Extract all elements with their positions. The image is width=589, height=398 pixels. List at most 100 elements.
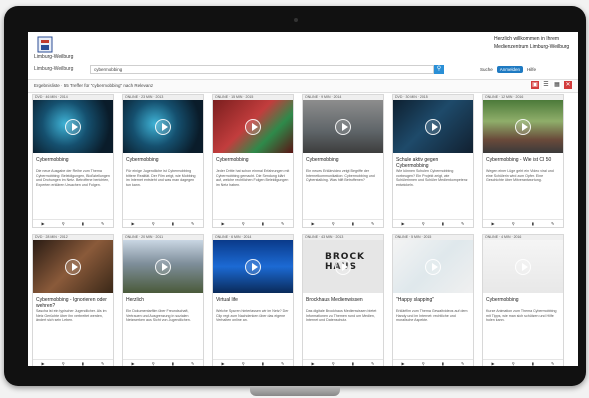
result-card[interactable]: ONLINE · 20 MIN · 2011 Herzlich Ein Dokume… (122, 234, 204, 366)
search-button[interactable]: ⚲ (434, 65, 444, 74)
bookmark-icon[interactable]: ▮ (352, 361, 354, 366)
play-icon[interactable] (425, 258, 441, 275)
play-icon[interactable] (515, 258, 531, 275)
search-action-icon[interactable]: ⚲ (422, 361, 425, 366)
card-title[interactable]: Cybermobbing - Ignorieren oder wehren? (33, 293, 113, 309)
bookmark-icon[interactable]: ▮ (172, 221, 174, 226)
video-thumbnail[interactable] (213, 240, 293, 293)
search-action-icon[interactable]: ⚲ (242, 221, 245, 226)
play-icon[interactable] (65, 258, 81, 275)
login-button[interactable]: Anmelden (496, 66, 524, 73)
play-icon[interactable] (335, 118, 351, 135)
edit-icon[interactable]: ✎ (551, 361, 554, 366)
video-thumbnail[interactable] (483, 100, 563, 153)
play-icon[interactable] (155, 258, 171, 275)
card-title[interactable]: Schule aktiv gegen Cybermobbing (393, 153, 473, 169)
edit-icon[interactable]: ✎ (191, 361, 194, 366)
search-action-icon[interactable]: ⚲ (152, 361, 155, 366)
card-title[interactable]: Brockhaus Medienwissen (303, 293, 383, 309)
card-title[interactable]: Virtual life (213, 293, 293, 309)
play-action-icon[interactable]: ▶ (402, 221, 405, 226)
bookmark-icon[interactable]: ▮ (532, 361, 534, 366)
grid-icon[interactable]: ▦ (553, 81, 561, 89)
close-icon[interactable]: ✕ (564, 81, 572, 89)
search-action-icon[interactable]: ⚲ (512, 361, 515, 366)
search-action-icon[interactable]: ⚲ (422, 221, 425, 226)
bookmark-icon[interactable]: ▮ (262, 361, 264, 366)
video-thumbnail[interactable]: BROCK HAUS (303, 240, 383, 293)
play-action-icon[interactable]: ▶ (312, 361, 315, 366)
search-action-icon[interactable]: ⚲ (332, 221, 335, 226)
result-card[interactable]: ONLINE · 12 MIN · 2016 Cybermobbing - Wie… (482, 94, 564, 228)
result-card[interactable]: ONLINE · 5 MIN · 2015 "Happy slapping" Erk… (392, 234, 474, 366)
link-suche[interactable]: Suche (480, 67, 493, 72)
result-card[interactable]: ONLINE · 6 MIN · 2014 Virtual life Welche … (212, 234, 294, 366)
edit-icon[interactable]: ✎ (101, 221, 104, 226)
card-title[interactable]: Cybermobbing (213, 153, 293, 169)
edit-icon[interactable]: ✎ (101, 361, 104, 366)
video-thumbnail[interactable] (123, 100, 203, 153)
play-action-icon[interactable]: ▶ (132, 361, 135, 366)
card-title[interactable]: Cybermobbing (303, 153, 383, 169)
result-card[interactable]: ONLINE · 15 MIN · 2015 Cybermobbing Jeder … (212, 94, 294, 228)
bookmark-icon[interactable]: ▮ (82, 221, 84, 226)
video-thumbnail[interactable] (33, 240, 113, 293)
card-title[interactable]: "Happy slapping" (393, 293, 473, 309)
play-icon[interactable] (245, 258, 261, 275)
video-thumbnail[interactable] (213, 100, 293, 153)
play-action-icon[interactable]: ▶ (222, 361, 225, 366)
search-action-icon[interactable]: ⚲ (62, 221, 65, 226)
play-action-icon[interactable]: ▶ (132, 221, 135, 226)
result-card[interactable]: DVD · 28 MIN · 2012 Cybermobbing - Ignori… (32, 234, 114, 366)
play-action-icon[interactable]: ▶ (42, 361, 45, 366)
result-card[interactable]: DVD · 46 MIN · 2014 Cybermobbing Die neue … (32, 94, 114, 228)
play-action-icon[interactable]: ▶ (402, 361, 405, 366)
play-icon[interactable] (245, 118, 261, 135)
bookmark-icon[interactable]: ▮ (82, 361, 84, 366)
bookmark-icon[interactable]: ▮ (532, 221, 534, 226)
video-thumbnail[interactable] (393, 240, 473, 293)
play-icon[interactable] (515, 118, 531, 135)
edit-icon[interactable]: ✎ (281, 361, 284, 366)
search-input[interactable]: cybermobbing (90, 65, 434, 74)
edit-icon[interactable]: ✎ (371, 361, 374, 366)
help-link[interactable]: Hilfe (527, 67, 536, 72)
card-title[interactable]: Herzlich (123, 293, 203, 309)
video-thumbnail[interactable] (33, 100, 113, 153)
result-card[interactable]: DVD · 30 MIN · 2015 Schule aktiv gegen Cy… (392, 94, 474, 228)
list-icon[interactable]: ☰ (542, 81, 550, 89)
card-title[interactable]: Cybermobbing (483, 293, 563, 309)
play-icon[interactable] (65, 118, 81, 135)
edit-icon[interactable]: ✎ (461, 221, 464, 226)
play-action-icon[interactable]: ▶ (222, 221, 225, 226)
card-title[interactable]: Cybermobbing (123, 153, 203, 169)
play-action-icon[interactable]: ▶ (312, 221, 315, 226)
video-thumbnail[interactable] (303, 100, 383, 153)
search-action-icon[interactable]: ⚲ (152, 221, 155, 226)
search-action-icon[interactable]: ⚲ (332, 361, 335, 366)
result-card[interactable]: ONLINE · 4 MIN · 2016 Cybermobbing Kurze A… (482, 234, 564, 366)
video-thumbnail[interactable] (393, 100, 473, 153)
play-icon[interactable] (155, 118, 171, 135)
result-card[interactable]: ONLINE · 23 MIN · 2013 Cybermobbing Für ei… (122, 94, 204, 228)
result-card[interactable]: ONLINE · 9 MIN · 2014 Cybermobbing Ein neu… (302, 94, 384, 228)
bookmark-icon[interactable]: ▮ (172, 361, 174, 366)
play-icon[interactable] (335, 258, 351, 275)
bookmark-icon[interactable]: ▮ (442, 221, 444, 226)
edit-icon[interactable]: ✎ (371, 221, 374, 226)
card-title[interactable]: Cybermobbing (33, 153, 113, 169)
search-action-icon[interactable]: ⚲ (242, 361, 245, 366)
card-title[interactable]: Cybermobbing - Wie ist CI 50 (483, 153, 563, 169)
video-thumbnail[interactable] (483, 240, 563, 293)
bookmark-icon[interactable]: ▮ (352, 221, 354, 226)
edit-icon[interactable]: ✎ (281, 221, 284, 226)
bookmark-icon[interactable]: ▮ (262, 221, 264, 226)
edit-icon[interactable]: ✎ (191, 221, 194, 226)
edit-icon[interactable]: ✎ (551, 221, 554, 226)
play-action-icon[interactable]: ▶ (42, 221, 45, 226)
video-thumbnail[interactable] (123, 240, 203, 293)
edit-icon[interactable]: ✎ (461, 361, 464, 366)
play-icon[interactable] (425, 118, 441, 135)
pdf-icon[interactable]: ▣ (531, 81, 539, 89)
search-action-icon[interactable]: ⚲ (512, 221, 515, 226)
